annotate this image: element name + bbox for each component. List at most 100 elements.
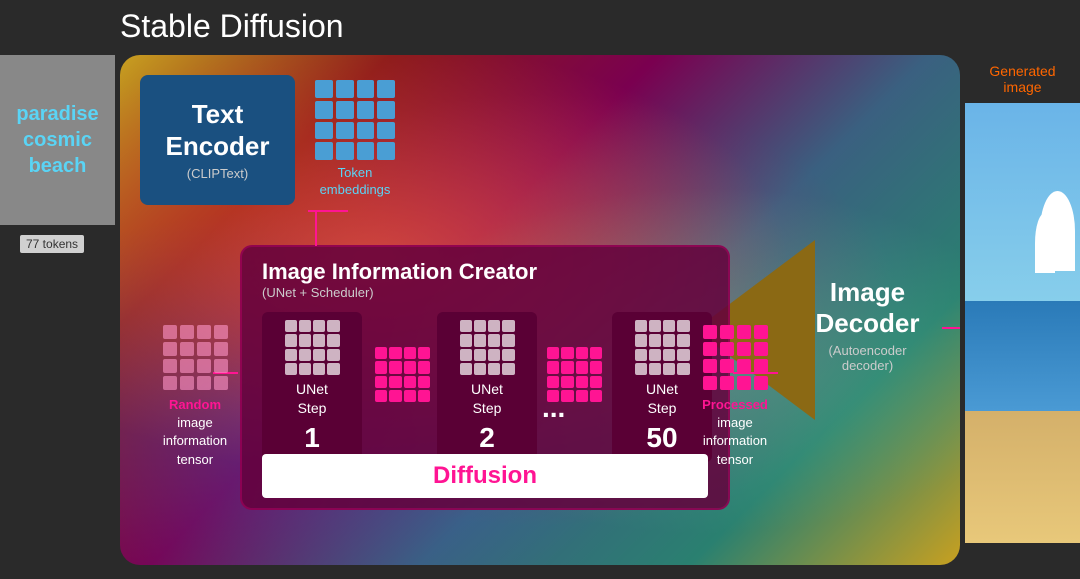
gc bbox=[474, 320, 486, 332]
gc bbox=[285, 363, 297, 375]
main-diagram: TextEncoder (CLIPText) Token embeddings bbox=[120, 55, 960, 565]
gc bbox=[389, 361, 401, 373]
gc bbox=[737, 342, 751, 356]
gc bbox=[720, 359, 734, 373]
gc bbox=[649, 320, 661, 332]
random-highlight: Random bbox=[169, 397, 221, 412]
gc bbox=[375, 361, 387, 373]
gc bbox=[561, 376, 573, 388]
gc bbox=[197, 325, 211, 339]
diffusion-label: Diffusion bbox=[262, 454, 708, 498]
gc bbox=[327, 334, 339, 346]
gc bbox=[285, 349, 297, 361]
unet1-num: 1 bbox=[304, 422, 320, 454]
iic-title: Image Information Creator bbox=[262, 259, 537, 285]
gc bbox=[285, 334, 297, 346]
unet1-label: UNetStep bbox=[296, 380, 328, 416]
gc bbox=[327, 363, 339, 375]
prompt-text: paradise cosmic beach bbox=[16, 101, 98, 179]
gc bbox=[375, 390, 387, 402]
gc bbox=[590, 390, 602, 402]
gc bbox=[502, 320, 514, 332]
gc bbox=[180, 359, 194, 373]
gc bbox=[285, 320, 297, 332]
gc bbox=[576, 390, 588, 402]
grid-cell bbox=[336, 101, 354, 119]
gc bbox=[197, 359, 211, 373]
text-encoder-label: TextEncoder bbox=[165, 99, 269, 161]
gc bbox=[547, 361, 559, 373]
gc bbox=[404, 347, 416, 359]
gc bbox=[197, 342, 211, 356]
grid-cell bbox=[315, 80, 333, 98]
gc bbox=[197, 376, 211, 390]
gc bbox=[720, 342, 734, 356]
gc bbox=[737, 376, 751, 390]
gc bbox=[502, 334, 514, 346]
grid-cell bbox=[357, 142, 375, 160]
gc bbox=[488, 349, 500, 361]
gc bbox=[590, 376, 602, 388]
gc bbox=[299, 349, 311, 361]
sea bbox=[965, 301, 1080, 411]
grid-cell bbox=[336, 142, 354, 160]
unet50-num: 50 bbox=[646, 422, 677, 454]
gc bbox=[460, 363, 472, 375]
iic-box: Image Information Creator (UNet + Schedu… bbox=[240, 245, 730, 510]
gc bbox=[375, 347, 387, 359]
gc bbox=[474, 334, 486, 346]
gc bbox=[703, 359, 717, 373]
gc bbox=[327, 320, 339, 332]
gc bbox=[737, 359, 751, 373]
grid-cell bbox=[315, 122, 333, 140]
gc bbox=[502, 363, 514, 375]
grid-cell bbox=[377, 101, 395, 119]
gc bbox=[214, 359, 228, 373]
gc bbox=[635, 334, 647, 346]
gc bbox=[576, 376, 588, 388]
gc bbox=[663, 363, 675, 375]
gc bbox=[754, 325, 768, 339]
gc bbox=[389, 390, 401, 402]
gc bbox=[299, 320, 311, 332]
gc bbox=[635, 349, 647, 361]
grid-cell bbox=[377, 142, 395, 160]
gc bbox=[635, 363, 647, 375]
unet-step-2: UNetStep 2 bbox=[437, 312, 537, 462]
gc bbox=[635, 320, 647, 332]
gc bbox=[214, 325, 228, 339]
grid-cell bbox=[357, 101, 375, 119]
gc bbox=[502, 349, 514, 361]
gc bbox=[404, 376, 416, 388]
random-tensor-grid bbox=[163, 325, 228, 390]
grid-cell bbox=[357, 122, 375, 140]
gc bbox=[754, 376, 768, 390]
gc bbox=[460, 320, 472, 332]
gc bbox=[389, 376, 401, 388]
cliff-2 bbox=[1035, 213, 1055, 273]
token-embeddings-label: Token embeddings bbox=[315, 165, 395, 199]
random-tensor-label: Random image information tensor bbox=[150, 396, 240, 469]
gc bbox=[590, 347, 602, 359]
grid-cell bbox=[336, 122, 354, 140]
gc bbox=[404, 390, 416, 402]
image-decoder-sub: (Autoencoderdecoder) bbox=[828, 343, 906, 373]
unet2-label: UNetStep bbox=[471, 380, 503, 416]
grid-cell bbox=[315, 142, 333, 160]
gc bbox=[299, 363, 311, 375]
unet50-label: UNetStep bbox=[646, 380, 678, 416]
gc bbox=[180, 342, 194, 356]
gc bbox=[703, 342, 717, 356]
gc bbox=[720, 376, 734, 390]
gc bbox=[163, 325, 177, 339]
gc bbox=[180, 325, 194, 339]
gc bbox=[663, 334, 675, 346]
arrow-text-to-iic bbox=[315, 210, 317, 246]
gc bbox=[576, 347, 588, 359]
gc bbox=[754, 359, 768, 373]
gc bbox=[649, 349, 661, 361]
gc bbox=[460, 334, 472, 346]
gc bbox=[163, 342, 177, 356]
grid-cell bbox=[315, 101, 333, 119]
random-tensor: Random image information tensor bbox=[150, 325, 240, 469]
